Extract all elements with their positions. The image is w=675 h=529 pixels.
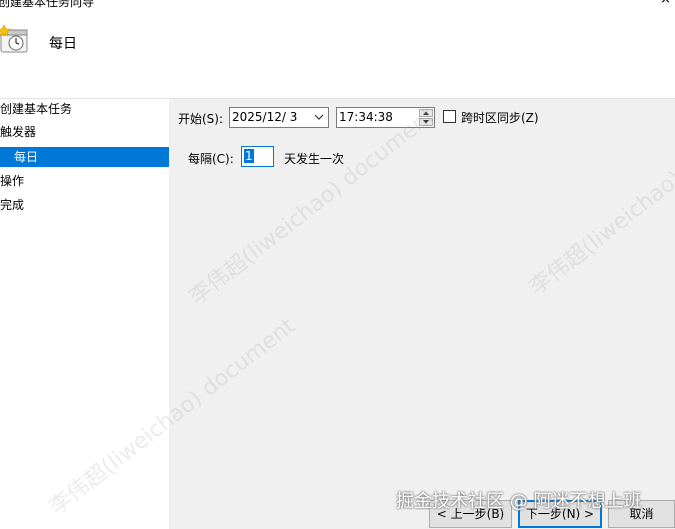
title-bar: 创建基本任务向导 ×: [0, 0, 675, 9]
spin-up-icon[interactable]: [419, 109, 433, 117]
wizard-content: 开始(S): 2025/12/ 3 17:34:38 跨时区同步(Z) 每隔(C…: [45, 94, 675, 529]
start-time-picker[interactable]: 17:34:38: [336, 107, 435, 128]
chevron-down-icon[interactable]: [313, 111, 325, 123]
time-spinner[interactable]: [419, 109, 433, 126]
watermark: 李伟超(liweichao) document: [185, 103, 441, 311]
step-trigger[interactable]: 触发器: [0, 122, 36, 142]
step-finish[interactable]: 完成: [0, 195, 24, 215]
start-date-value: 2025/12/ 3: [232, 110, 298, 124]
every-days-value: 1: [244, 149, 254, 163]
every-days-input[interactable]: 1: [241, 146, 274, 167]
sync-timezone-checkbox[interactable]: [443, 110, 456, 123]
every-label: 每隔(C):: [188, 152, 234, 166]
page-heading: 每日: [49, 36, 77, 52]
close-icon[interactable]: ×: [660, 0, 671, 7]
watermark: 李伟超(liweichao) document: [525, 94, 675, 301]
step-daily[interactable]: 每日: [0, 147, 169, 167]
every-suffix: 天发生一次: [284, 152, 345, 166]
calendar-clock-icon: [0, 25, 28, 53]
start-date-picker[interactable]: 2025/12/ 3: [229, 107, 329, 128]
step-action[interactable]: 操作: [0, 171, 24, 191]
step-create-basic-task[interactable]: 创建基本任务: [0, 99, 72, 119]
start-label: 开始(S):: [178, 112, 224, 126]
sync-timezone-label: 跨时区同步(Z): [461, 111, 539, 125]
spin-down-icon[interactable]: [419, 118, 433, 126]
watermark-footer: 掘金技术社区 @ 阿迷不想上班: [396, 491, 642, 512]
start-time-value: 17:34:38: [339, 110, 393, 124]
wizard-header: 每日: [0, 8, 675, 99]
wizard-steps: 创建基本任务 触发器 每日 操作 完成: [0, 99, 169, 529]
